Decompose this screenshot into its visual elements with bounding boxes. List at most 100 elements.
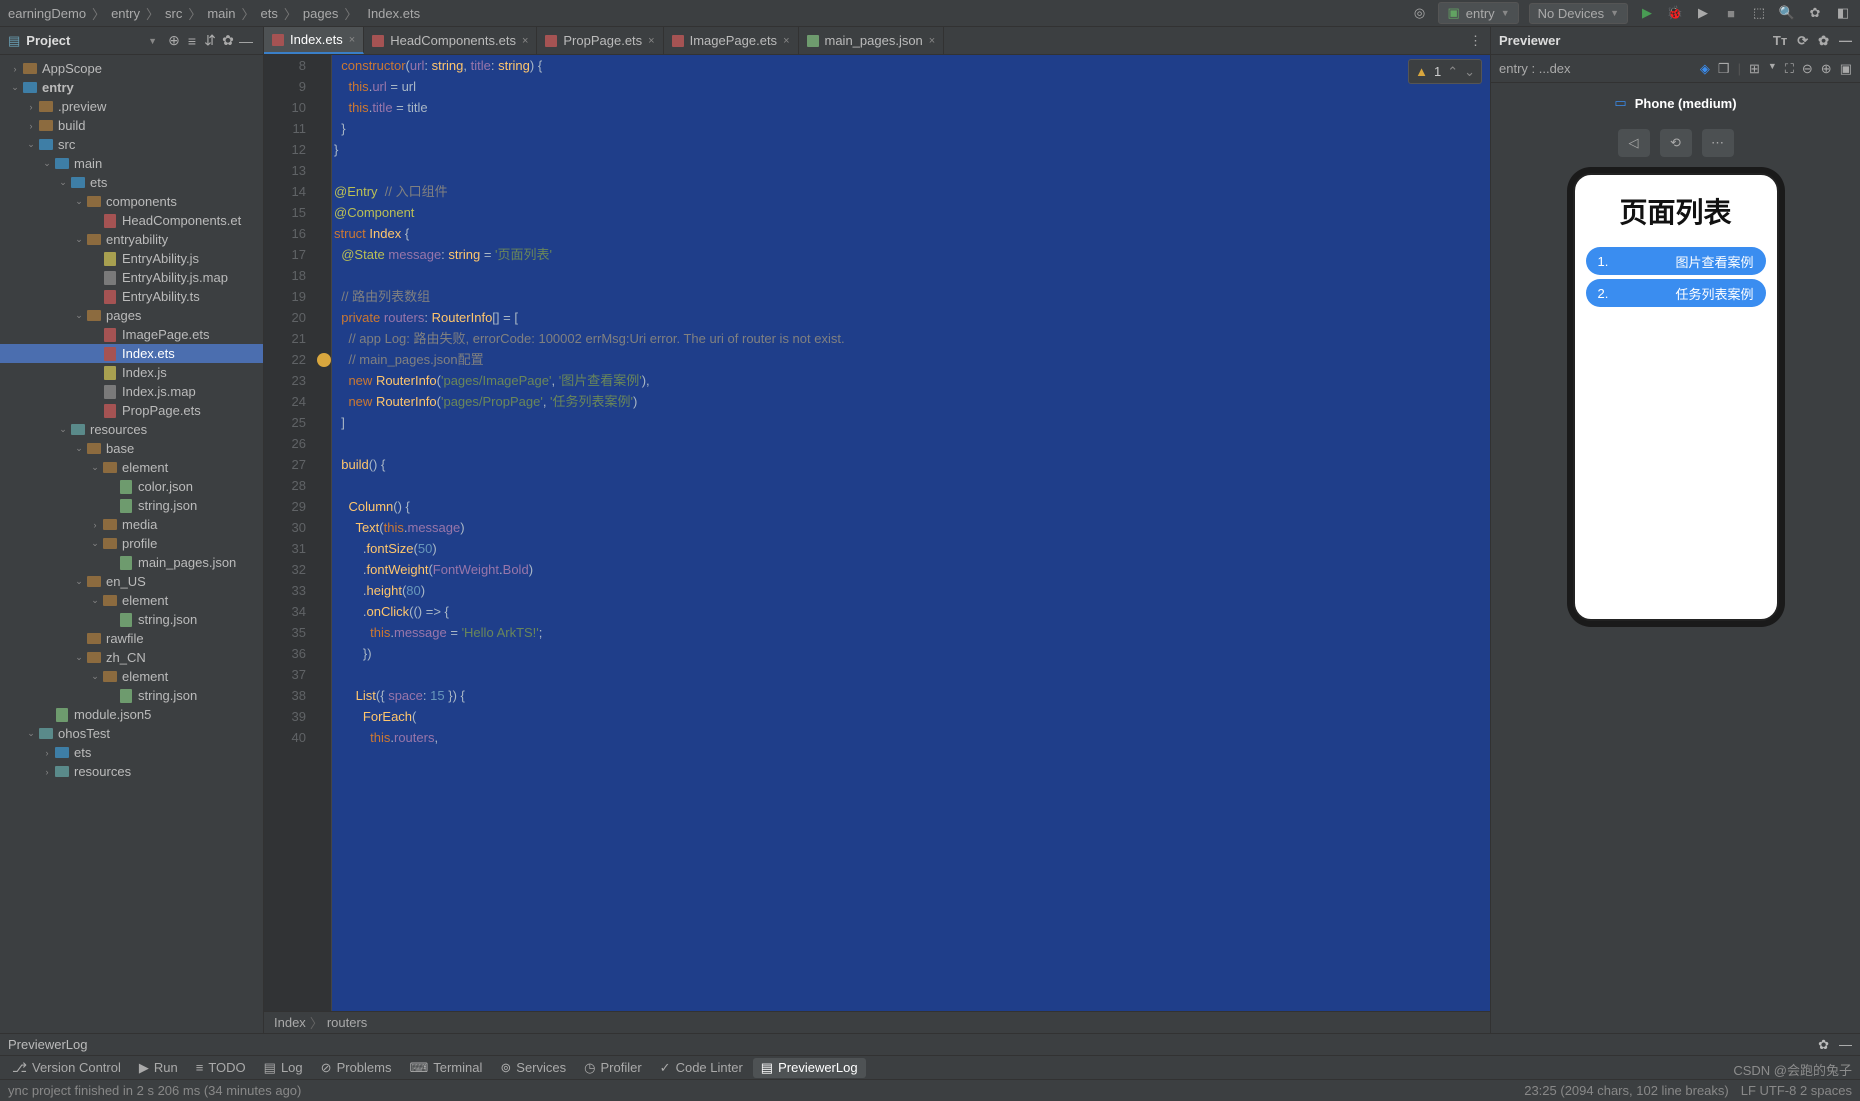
coverage-button[interactable]: ▶ <box>1694 4 1712 22</box>
tool-button-svc[interactable]: ⊚Services <box>492 1058 574 1078</box>
tree-node[interactable]: Index.js.map <box>0 382 263 401</box>
breadcrumb-segment[interactable]: main <box>207 6 235 21</box>
log-settings-icon[interactable]: ✿ <box>1818 1037 1829 1053</box>
tree-node[interactable]: PropPage.ets <box>0 401 263 420</box>
log-hide-icon[interactable]: — <box>1839 1037 1852 1053</box>
tree-node[interactable]: ⌄main <box>0 154 263 173</box>
fit-icon[interactable]: ⛶ <box>1785 61 1794 77</box>
editor-tab[interactable]: PropPage.ets× <box>537 27 663 54</box>
tree-node[interactable]: ›ets <box>0 743 263 762</box>
inspect-icon[interactable]: ◈ <box>1700 61 1710 77</box>
refresh-icon[interactable]: ⟳ <box>1797 33 1808 49</box>
tree-node[interactable]: string.json <box>0 686 263 705</box>
tab-overflow-icon[interactable]: ⋮ <box>1461 27 1490 54</box>
tree-node[interactable]: Index.ets <box>0 344 263 363</box>
breadcrumb-segment[interactable]: entry <box>111 6 140 21</box>
inspection-badge[interactable]: ▲ 1 ⌃⌄ <box>1408 59 1482 84</box>
locate-icon[interactable]: ⊕ <box>165 32 183 49</box>
tree-node[interactable]: ›media <box>0 515 263 534</box>
tree-node[interactable]: rawfile <box>0 629 263 648</box>
preview-hide-icon[interactable]: — <box>1839 33 1852 49</box>
tree-node[interactable]: ⌄src <box>0 135 263 154</box>
close-tab-icon[interactable]: × <box>349 34 355 46</box>
options-icon[interactable]: ✿ <box>219 32 237 49</box>
tree-node[interactable]: color.json <box>0 477 263 496</box>
tree-node[interactable]: Index.js <box>0 363 263 382</box>
tree-node[interactable]: ⌄element <box>0 458 263 477</box>
editor-tabs[interactable]: Index.ets×HeadComponents.ets×PropPage.et… <box>264 27 1490 55</box>
tree-node[interactable]: ⌄zh_CN <box>0 648 263 667</box>
tree-node[interactable]: ⌄resources <box>0 420 263 439</box>
tree-node[interactable]: ›resources <box>0 762 263 781</box>
tool-button-prof[interactable]: ◷Profiler <box>576 1058 650 1078</box>
more-options-button[interactable]: ⋯ <box>1702 129 1734 157</box>
breadcrumb-segment[interactable]: earningDemo <box>8 6 86 21</box>
tree-node[interactable]: string.json <box>0 610 263 629</box>
stop-button[interactable]: ■ <box>1722 4 1740 22</box>
tree-node[interactable]: ⌄base <box>0 439 263 458</box>
close-tab-icon[interactable]: × <box>648 35 654 47</box>
tree-node[interactable]: ⌄entry <box>0 78 263 97</box>
device-select[interactable]: No Devices ▼ <box>1529 3 1628 24</box>
more-icon[interactable]: ▣ <box>1840 61 1852 77</box>
tool-window-bar[interactable]: ⎇Version Control▶Run≡TODO▤Log⊘Problems⌨T… <box>0 1055 1860 1079</box>
tree-node[interactable]: ⌄profile <box>0 534 263 553</box>
previewer-log-bar[interactable]: PreviewerLog ✿ — <box>0 1033 1860 1055</box>
tree-node[interactable]: ⌄en_US <box>0 572 263 591</box>
nav-back-button[interactable]: ◁ <box>1618 129 1650 157</box>
tool-button-prob[interactable]: ⊘Problems <box>313 1058 400 1078</box>
close-tab-icon[interactable]: × <box>522 35 528 47</box>
tool-button-log[interactable]: ▤Log <box>256 1058 311 1078</box>
run-config-select[interactable]: ▣ entry ▼ <box>1438 2 1518 24</box>
debug-button[interactable]: 🐞 <box>1666 4 1684 22</box>
tool-button-vcs[interactable]: ⎇Version Control <box>4 1058 129 1078</box>
preview-list-item[interactable]: 1.图片查看案例 <box>1586 247 1766 275</box>
breadcrumb[interactable]: earningDemo〉entry〉src〉main〉ets〉pages〉Ind… <box>8 4 420 23</box>
tool-button-plog[interactable]: ▤PreviewerLog <box>753 1058 866 1078</box>
breadcrumb-segment[interactable]: ets <box>261 6 278 21</box>
tree-node[interactable]: ⌄ets <box>0 173 263 192</box>
zoom-in-icon[interactable]: ⊕ <box>1821 61 1832 77</box>
tree-node[interactable]: HeadComponents.et <box>0 211 263 230</box>
breadcrumb-segment[interactable]: pages <box>303 6 338 21</box>
tool-button-lint[interactable]: ✓Code Linter <box>652 1058 751 1078</box>
tree-node[interactable]: ⌄entryability <box>0 230 263 249</box>
code-editor[interactable]: 8910111213141516171819202122232425262728… <box>264 55 1490 1011</box>
sync-icon[interactable]: ◎ <box>1410 4 1428 22</box>
hide-icon[interactable]: — <box>237 33 255 49</box>
tree-node[interactable]: ⌄element <box>0 591 263 610</box>
tool-button-run[interactable]: ▶Run <box>131 1058 186 1078</box>
tree-node[interactable]: ›.preview <box>0 97 263 116</box>
tree-node[interactable]: EntryAbility.ts <box>0 287 263 306</box>
tree-node[interactable]: EntryAbility.js <box>0 249 263 268</box>
tree-node[interactable]: ›AppScope <box>0 59 263 78</box>
editor-tab[interactable]: ImagePage.ets× <box>664 27 799 54</box>
structure-icon[interactable]: ⬚ <box>1750 4 1768 22</box>
grid-icon[interactable]: ⊞ <box>1749 61 1760 77</box>
tree-node[interactable]: ⌄element <box>0 667 263 686</box>
close-tab-icon[interactable]: × <box>929 35 935 47</box>
tree-node[interactable]: ⌄pages <box>0 306 263 325</box>
editor-breadcrumb[interactable]: Index 〉 routers <box>264 1011 1490 1033</box>
tree-node[interactable]: module.json5 <box>0 705 263 724</box>
tree-node[interactable]: ImagePage.ets <box>0 325 263 344</box>
tree-node[interactable]: string.json <box>0 496 263 515</box>
preview-page-title[interactable]: 页面列表 <box>1619 191 1731 231</box>
settings-button[interactable]: ✿ <box>1806 4 1824 22</box>
editor-tab[interactable]: Index.ets× <box>264 27 364 54</box>
expand-icon[interactable]: ≡ <box>183 33 201 49</box>
ide-menu-icon[interactable]: ◧ <box>1834 4 1852 22</box>
layers-icon[interactable]: ❒ <box>1718 61 1730 77</box>
tree-node[interactable]: ›build <box>0 116 263 135</box>
run-button[interactable]: ▶ <box>1638 4 1656 22</box>
tool-button-term[interactable]: ⌨Terminal <box>401 1058 490 1078</box>
close-tab-icon[interactable]: × <box>783 35 789 47</box>
breadcrumb-segment[interactable]: Index.ets <box>367 6 420 21</box>
tree-node[interactable]: EntryAbility.js.map <box>0 268 263 287</box>
tree-node[interactable]: ⌄ohosTest <box>0 724 263 743</box>
editor-tab[interactable]: main_pages.json× <box>799 27 945 54</box>
tool-button-todo[interactable]: ≡TODO <box>188 1058 254 1077</box>
breadcrumb-segment[interactable]: src <box>165 6 182 21</box>
tree-node[interactable]: main_pages.json <box>0 553 263 572</box>
text-scale-icon[interactable]: Tт <box>1773 33 1787 49</box>
